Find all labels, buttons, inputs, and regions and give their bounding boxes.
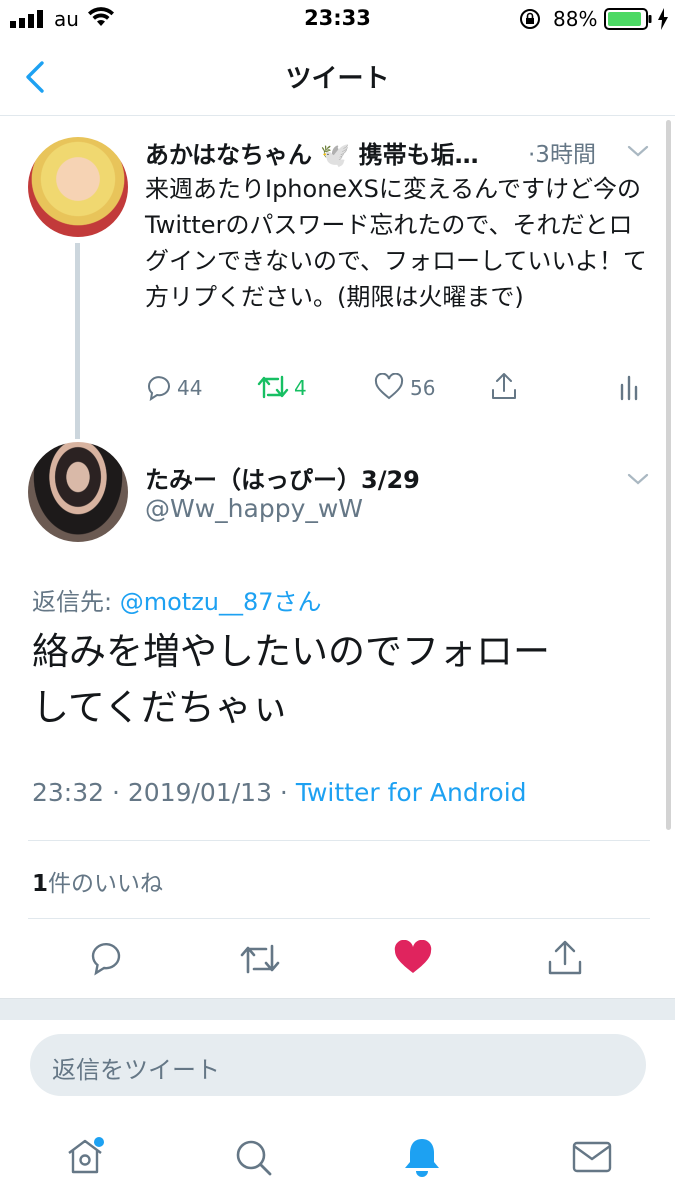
like-icon[interactable] — [374, 373, 404, 401]
battery-icon — [604, 8, 652, 30]
page-title: ツイート — [285, 64, 390, 94]
main-display-name[interactable]: たみー（はっぴー）3/29 — [145, 460, 420, 495]
tab-bar — [0, 1110, 675, 1200]
parent-display-name[interactable]: あかはなちゃん 🕊️ 携帯も垢… — [145, 135, 520, 170]
reply-icon[interactable] — [145, 373, 173, 401]
share-icon[interactable] — [490, 370, 518, 402]
main-handle[interactable]: @Ww_happy_wW — [145, 494, 363, 523]
tab-notifications[interactable] — [402, 1136, 442, 1178]
parent-retweet-count: 4 — [294, 376, 307, 400]
nav-bar: ツイート — [0, 38, 675, 116]
chevron-down-icon[interactable] — [626, 143, 650, 159]
likes-count: 1 — [32, 871, 49, 897]
thread-line — [75, 243, 80, 439]
parent-time-ago: ·3時間 — [528, 142, 596, 168]
source-link[interactable]: Twitter for Android — [296, 778, 527, 807]
status-bar: au 23:33 88% — [0, 0, 675, 38]
tab-messages[interactable] — [571, 1140, 613, 1174]
retweet-icon[interactable] — [238, 942, 282, 976]
avatar[interactable] — [28, 137, 128, 237]
main-tweet-text: 絡みを増やしたいのでフォロー してくだちゃぃ — [32, 624, 642, 736]
main-tweet-text-line: 絡みを増やしたいのでフォロー — [32, 630, 550, 673]
battery-percent: 88% — [553, 7, 598, 31]
reply-input[interactable]: 返信をツイート — [30, 1034, 646, 1096]
share-icon[interactable] — [546, 938, 584, 978]
reply-placeholder: 返信をツイート — [52, 1056, 220, 1084]
tab-home[interactable] — [64, 1136, 106, 1176]
divider — [28, 918, 650, 919]
tweet-timestamp: 23:32 · 2019/01/13 · Twitter for Android — [32, 778, 527, 807]
reply-to-user-link[interactable]: @motzu__87さん — [120, 588, 322, 616]
parent-like-count: 56 — [410, 376, 436, 400]
parent-reply-count: 44 — [177, 376, 203, 400]
parent-tweet[interactable]: あかはなちゃん 🕊️ 携帯も垢… ·3時間 来週あたりIphoneXSに変えるん… — [0, 117, 675, 439]
avatar[interactable] — [28, 442, 128, 542]
chevron-down-icon[interactable] — [626, 471, 650, 487]
timestamp-text: 23:32 · 2019/01/13 · — [32, 778, 296, 807]
orientation-lock-icon — [520, 9, 540, 29]
likes-label: 件のいいね — [48, 871, 164, 897]
charging-bolt-icon — [658, 8, 668, 30]
reply-icon[interactable] — [89, 940, 125, 976]
section-separator — [0, 998, 675, 1020]
likes-summary[interactable]: 1件のいいね — [32, 864, 163, 898]
retweet-icon[interactable] — [256, 373, 290, 401]
analytics-icon[interactable] — [618, 373, 640, 401]
main-tweet-text-line: してくだちゃぃ — [32, 686, 289, 729]
like-icon[interactable] — [393, 940, 433, 976]
reply-to-line: 返信先: @motzu__87さん — [32, 582, 322, 617]
parent-tweet-text: 来週あたりIphoneXSに変えるんですけど今のTwitterのパスワード忘れた… — [145, 175, 647, 311]
divider — [28, 840, 650, 841]
reply-to-label: 返信先: — [32, 588, 120, 616]
scrollbar[interactable] — [666, 120, 671, 830]
tab-search[interactable] — [234, 1138, 274, 1178]
